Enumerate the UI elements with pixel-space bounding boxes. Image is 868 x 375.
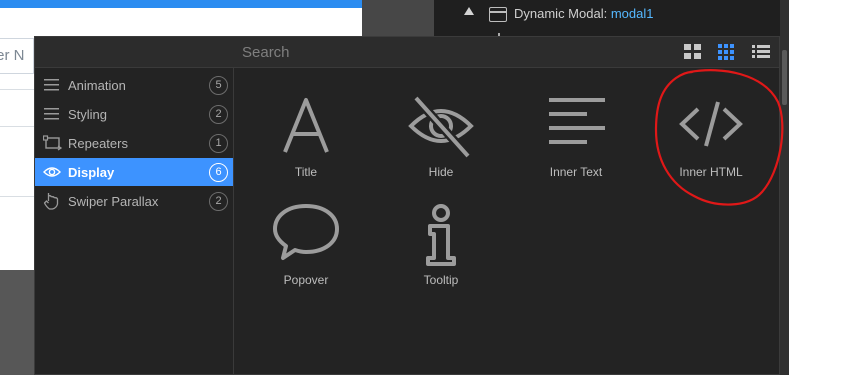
letter-a-icon	[283, 98, 329, 153]
scrollbar-thumb[interactable]	[782, 50, 787, 105]
code-icon	[679, 101, 743, 147]
speech-bubble-icon	[273, 204, 339, 260]
collapse-arrow-icon[interactable]	[464, 7, 474, 15]
category-count-badge: 6	[209, 163, 228, 182]
tree-item-label: Dynamic Modal:	[514, 6, 608, 21]
tree-item-value: modal1	[610, 6, 654, 21]
hamburger-icon	[44, 79, 59, 91]
background-header-bar	[0, 0, 362, 8]
tile-label: Hide	[428, 165, 454, 179]
tile-inner-html[interactable]: Inner HTML	[661, 94, 761, 194]
background-toolbar	[362, 0, 434, 36]
background-text-field[interactable]: ter N	[0, 38, 34, 74]
category-label: Styling	[68, 107, 108, 122]
tile-label: Popover	[283, 273, 329, 287]
category-label: Swiper Parallax	[68, 194, 159, 209]
tile-inner-text[interactable]: Inner Text	[526, 94, 626, 194]
category-repeaters[interactable]: Repeaters 1	[35, 129, 233, 157]
tile-popover[interactable]: Popover	[256, 202, 356, 302]
tile-hide[interactable]: Hide	[391, 94, 491, 194]
medium-grid-view-icon[interactable]	[718, 44, 736, 60]
background-gray-area	[0, 270, 34, 375]
list-view-icon[interactable]	[752, 44, 770, 60]
category-swiper-parallax[interactable]: Swiper Parallax 2	[35, 187, 233, 215]
large-grid-view-icon[interactable]	[684, 44, 702, 60]
tile-label: Inner Text	[549, 165, 603, 179]
window-icon	[489, 7, 507, 22]
category-count-badge: 2	[209, 105, 228, 124]
search-input[interactable]	[242, 41, 672, 64]
hand-pointer-icon	[43, 193, 59, 210]
category-label: Animation	[68, 78, 126, 93]
tile-label: Tooltip	[423, 273, 459, 287]
info-icon	[426, 204, 456, 266]
category-label: Repeaters	[68, 136, 128, 151]
category-label: Display	[68, 165, 115, 180]
category-display[interactable]: Display 6	[35, 158, 233, 186]
background-divider	[0, 196, 34, 197]
eye-icon	[43, 167, 61, 177]
background-right-area	[789, 0, 868, 375]
panel-toolbar	[35, 37, 779, 68]
category-count-badge: 2	[209, 192, 228, 211]
tree-item-dynamic-modal[interactable]: Dynamic Modal: modal1	[514, 6, 653, 21]
repeat-icon	[43, 135, 63, 151]
eye-slash-icon	[408, 94, 474, 160]
library-panel: Animation 5 Styling 2 Repeaters 1 Displa…	[34, 36, 780, 375]
background-divider	[0, 89, 34, 90]
tile-label: Title	[294, 165, 318, 179]
category-animation[interactable]: Animation 5	[35, 71, 233, 99]
category-styling[interactable]: Styling 2	[35, 100, 233, 128]
sidebar-divider	[233, 68, 234, 375]
tile-title[interactable]: Title	[256, 94, 356, 194]
category-count-badge: 5	[209, 76, 228, 95]
tile-label: Inner HTML	[679, 165, 743, 179]
navigator-tree: Dynamic Modal: modal1	[434, 0, 780, 36]
background-divider	[0, 126, 34, 127]
hamburger-icon	[44, 108, 59, 120]
tile-tooltip[interactable]: Tooltip	[391, 202, 491, 302]
category-count-badge: 1	[209, 134, 228, 153]
text-lines-icon	[549, 98, 605, 144]
